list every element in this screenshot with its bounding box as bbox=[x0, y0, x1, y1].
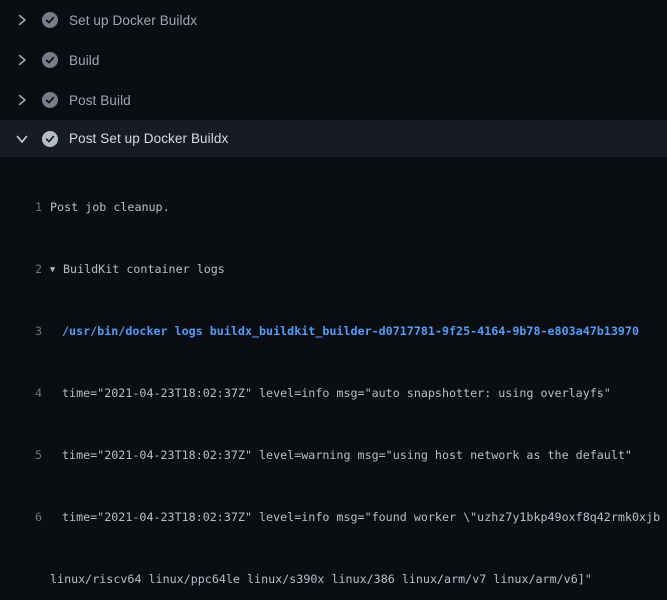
log-text: time="2021-04-23T18:02:37Z" level=warnin… bbox=[62, 448, 632, 462]
step-label: Set up Docker Buildx bbox=[69, 13, 197, 28]
log-text: linux/riscv64 linux/ppc64le linux/s390x … bbox=[50, 572, 592, 586]
log-line-text: time="2021-04-23T18:02:37Z" level=info m… bbox=[62, 507, 660, 527]
log-line: 2 ▼BuildKit container logs bbox=[0, 259, 667, 279]
group-collapse-icon[interactable]: ▼ bbox=[50, 260, 63, 280]
chevron-right-icon[interactable] bbox=[14, 54, 30, 66]
log-line: 6 time="2021-04-23T18:02:37Z" level=info… bbox=[0, 507, 667, 527]
log-line: 4 time="2021-04-23T18:02:37Z" level=info… bbox=[0, 383, 667, 403]
step-list: Set up Docker Buildx Build Post Build bbox=[0, 0, 667, 157]
step-label: Post Set up Docker Buildx bbox=[69, 131, 228, 146]
log-line-text: /usr/bin/docker logs buildx_buildkit_bui… bbox=[62, 321, 639, 341]
check-circle-icon bbox=[42, 12, 58, 28]
log-line-number[interactable]: 5 bbox=[0, 445, 42, 465]
chevron-right-icon[interactable] bbox=[14, 94, 30, 106]
step-label: Post Build bbox=[69, 93, 131, 108]
log-line-text: Post job cleanup. bbox=[50, 197, 170, 217]
log-line-text: time="2021-04-23T18:02:37Z" level=warnin… bbox=[62, 445, 632, 465]
log-line-number[interactable]: 4 bbox=[0, 383, 42, 403]
log-line-text: time="2021-04-23T18:02:37Z" level=info m… bbox=[62, 383, 611, 403]
log-text: time="2021-04-23T18:02:37Z" level=info m… bbox=[62, 386, 611, 400]
log-line-number[interactable]: 6 bbox=[0, 507, 42, 527]
check-circle-icon bbox=[42, 52, 58, 68]
chevron-down-icon[interactable] bbox=[14, 134, 30, 144]
log-line: 5 time="2021-04-23T18:02:37Z" level=warn… bbox=[0, 445, 667, 465]
check-circle-icon bbox=[42, 92, 58, 108]
log-output[interactable]: 1 Post job cleanup. 2 ▼BuildKit containe… bbox=[0, 157, 667, 600]
log-line-number[interactable]: 2 bbox=[0, 259, 42, 279]
step-label: Build bbox=[69, 53, 100, 68]
log-text: Post job cleanup. bbox=[50, 200, 170, 214]
step-header-set-up-docker-buildx[interactable]: Set up Docker Buildx bbox=[0, 0, 667, 40]
log-text: /usr/bin/docker logs buildx_buildkit_bui… bbox=[62, 324, 639, 338]
step-header-build[interactable]: Build bbox=[0, 40, 667, 80]
log-text: BuildKit container logs bbox=[63, 262, 225, 276]
check-circle-icon bbox=[42, 131, 58, 147]
log-line: 1 Post job cleanup. bbox=[0, 197, 667, 217]
log-line: 3 /usr/bin/docker logs buildx_buildkit_b… bbox=[0, 321, 667, 341]
log-line-number[interactable]: 1 bbox=[0, 197, 42, 217]
chevron-right-icon[interactable] bbox=[14, 14, 30, 26]
log-line-number[interactable] bbox=[0, 569, 42, 589]
step-header-post-set-up-docker-buildx[interactable]: Post Set up Docker Buildx bbox=[0, 120, 667, 157]
log-text: time="2021-04-23T18:02:37Z" level=info m… bbox=[62, 510, 660, 524]
workflow-log-panel: Set up Docker Buildx Build Post Build bbox=[0, 0, 667, 600]
log-line: linux/riscv64 linux/ppc64le linux/s390x … bbox=[0, 569, 667, 589]
log-line-text: ▼BuildKit container logs bbox=[50, 259, 225, 279]
step-header-post-build[interactable]: Post Build bbox=[0, 80, 667, 120]
log-line-number[interactable]: 3 bbox=[0, 321, 42, 341]
log-line-text: linux/riscv64 linux/ppc64le linux/s390x … bbox=[50, 569, 592, 589]
